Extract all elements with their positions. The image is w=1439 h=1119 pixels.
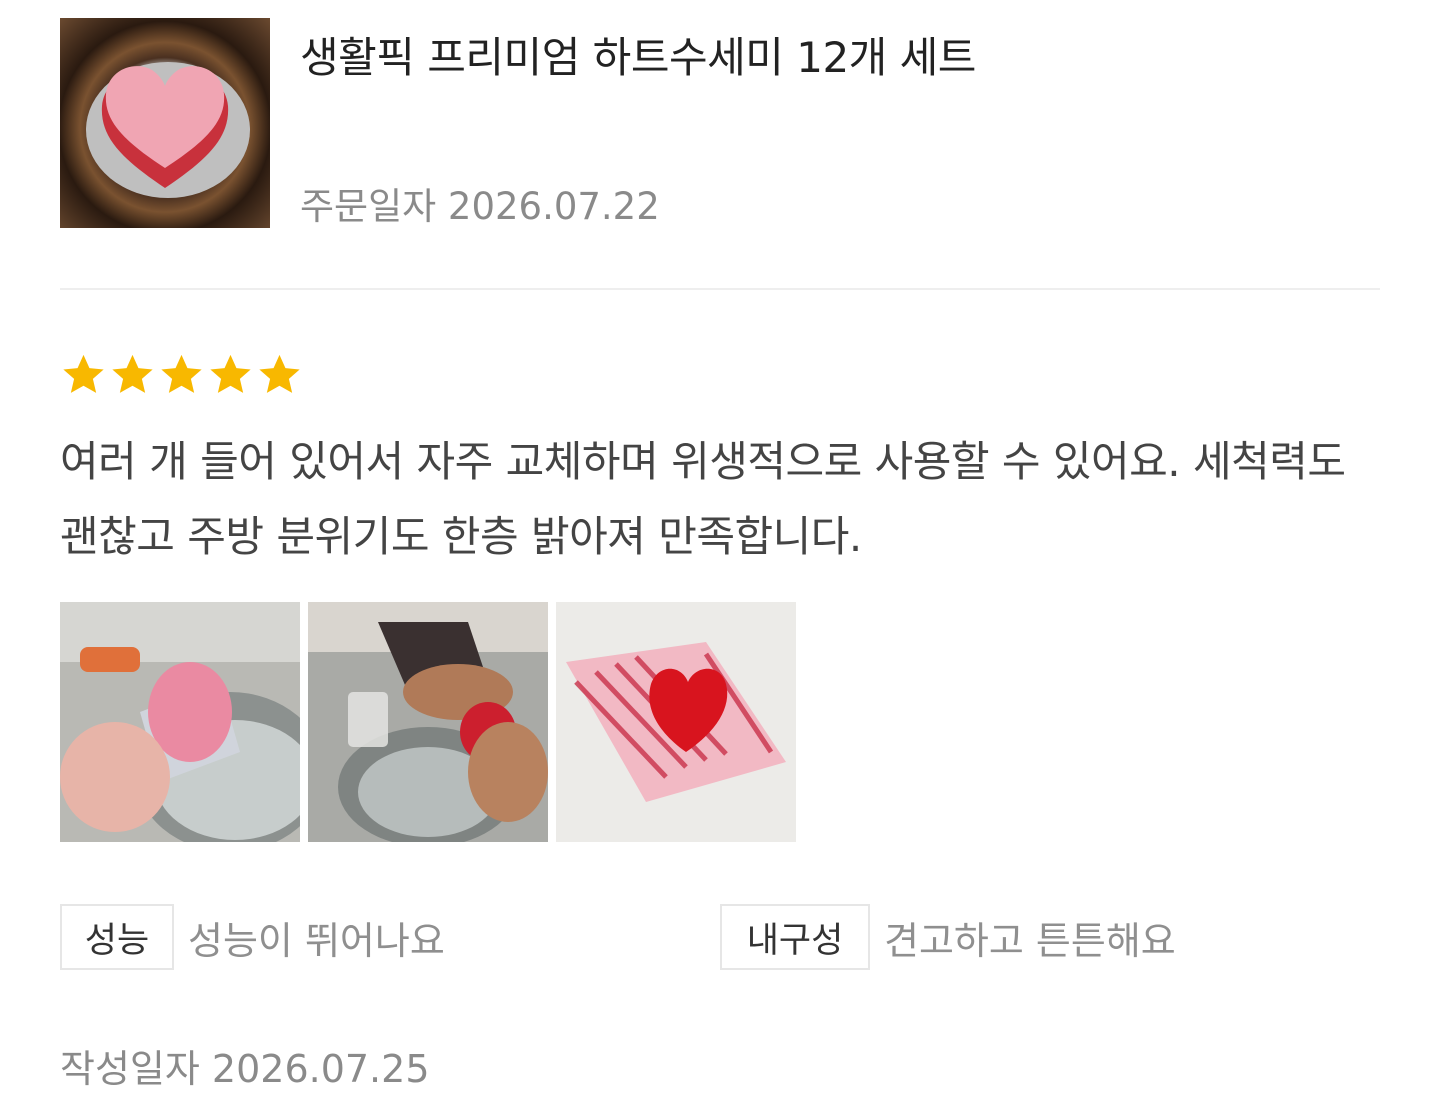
star-rating: [60, 352, 303, 400]
review-photo-1[interactable]: [60, 602, 300, 842]
product-thumbnail[interactable]: [60, 18, 270, 228]
sink-sponge-icon: [60, 602, 300, 842]
divider: [60, 288, 1380, 290]
attribute-label: 내구성: [720, 904, 870, 970]
star-icon: [161, 354, 202, 393]
attribute-durability: 내구성 견고하고 튼튼해요: [720, 902, 1176, 972]
product-title[interactable]: 생활픽 프리미엄 하트수세미 12개 세트: [300, 24, 976, 85]
sponge-package-icon: [556, 602, 796, 842]
order-date: 주문일자 2026.07.22: [300, 185, 660, 228]
attribute-value: 견고하고 튼튼해요: [884, 918, 1176, 963]
attribute-performance: 성능 성능이 뛰어나요: [60, 902, 445, 972]
review-photos: [60, 602, 796, 842]
attribute-label: 성능: [60, 904, 174, 970]
review-text: 여러 개 들어 있어서 자주 교체하며 위생적으로 사용할 수 있어요. 세척력…: [60, 437, 1346, 561]
review-photo-3[interactable]: [556, 602, 796, 842]
heart-sponge-icon: [86, 62, 250, 198]
written-date: 작성일자 2026.07.25: [60, 1047, 430, 1091]
product-summary[interactable]: 생활픽 프리미엄 하트수세미 12개 세트 주문일자 2026.07.22: [60, 18, 1380, 228]
attribute-value: 성능이 뛰어나요: [188, 918, 445, 963]
review-photo-2[interactable]: [308, 602, 548, 842]
star-icon: [210, 354, 251, 393]
star-icon: [63, 354, 104, 393]
hand-washing-icon: [308, 602, 548, 842]
star-icon: [112, 354, 153, 393]
star-icon: [259, 354, 300, 393]
